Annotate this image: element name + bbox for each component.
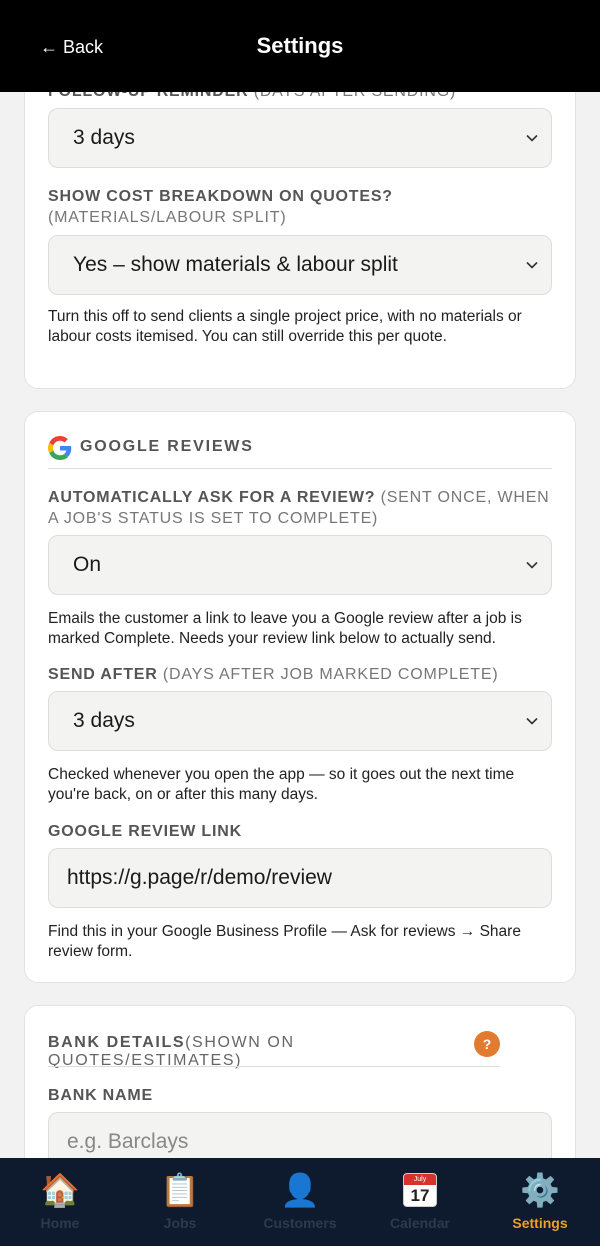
chevron-down-icon — [526, 261, 538, 269]
auto-review-help: Emails the customer a link to leave you … — [48, 610, 522, 647]
send-after-select[interactable]: 3 days — [48, 691, 552, 751]
help-badge-button[interactable]: ? — [474, 1031, 500, 1057]
send-after-label: SEND AFTER (DAYS AFTER JOB MARKED COMPLE… — [48, 666, 499, 683]
person-icon: 👤 — [280, 1172, 320, 1208]
nav-label: Customers — [263, 1215, 337, 1231]
settings-scroll-area[interactable]: FOLLOW-UP REMINDER (DAYS AFTER SENDING) … — [0, 92, 600, 1158]
top-bar: ← Back Settings — [0, 0, 600, 92]
bank-name-label: BANK NAME — [48, 1087, 153, 1104]
nav-item-jobs[interactable]: 📋 Jobs — [120, 1158, 240, 1246]
followup-reminder-select[interactable]: 3 days — [48, 108, 552, 168]
section-divider — [48, 468, 552, 469]
send-after-help: Checked whenever you open the app — so i… — [48, 766, 515, 803]
chevron-down-icon — [526, 561, 538, 569]
nav-item-customers[interactable]: 👤 Customers — [240, 1158, 360, 1246]
review-link-input[interactable]: https://g.page/r/demo/review — [48, 848, 552, 908]
calendar-icon: July 17 — [403, 1173, 437, 1207]
cost-breakdown-help: Turn this off to send clients a single p… — [48, 308, 522, 345]
nav-label: Jobs — [163, 1215, 197, 1231]
quotes-settings-card: FOLLOW-UP REMINDER (DAYS AFTER SENDING) … — [24, 92, 576, 389]
calendar-day: 17 — [410, 1186, 430, 1205]
bank-details-card: BANK DETAILS(SHOWN ON QUOTES/ESTIMATES) … — [24, 1005, 576, 1158]
gear-icon: ⚙️ — [520, 1172, 560, 1208]
nav-label: Calendar — [390, 1215, 450, 1231]
google-logo-icon — [48, 436, 72, 460]
followup-reminder-label: FOLLOW-UP REMINDER (DAYS AFTER SENDING) — [48, 92, 558, 102]
auto-review-label: AUTOMATICALLY ASK FOR A REVIEW? (SENT ON… — [48, 489, 550, 527]
nav-label: Settings — [512, 1215, 568, 1231]
clipboard-icon: 📋 — [160, 1172, 200, 1208]
bank-details-heading: BANK DETAILS(SHOWN ON QUOTES/ESTIMATES) — [48, 1034, 295, 1069]
chevron-down-icon — [526, 134, 538, 142]
chevron-down-icon — [526, 717, 538, 725]
page-title: Settings — [256, 33, 344, 58]
google-reviews-card: GOOGLE REVIEWS AUTOMATICALLY ASK FOR A R… — [24, 411, 576, 983]
google-reviews-heading: GOOGLE REVIEWS — [80, 438, 254, 455]
cost-breakdown-select[interactable]: Yes – show materials & labour split — [48, 235, 552, 295]
bottom-nav: 🏠 Home 📋 Jobs 👤 Customers July 17 Calend… — [0, 1158, 600, 1246]
section-divider — [48, 1066, 500, 1067]
nav-label: Home — [40, 1215, 80, 1231]
nav-item-settings[interactable]: ⚙️ Settings — [480, 1158, 600, 1246]
bank-name-input[interactable]: e.g. Barclays — [48, 1112, 552, 1158]
nav-item-home[interactable]: 🏠 Home — [0, 1158, 120, 1246]
review-link-help: Find this in your Google Business Profil… — [48, 923, 521, 960]
review-link-label: GOOGLE REVIEW LINK — [48, 823, 242, 840]
nav-item-calendar[interactable]: July 17 Calendar — [360, 1158, 480, 1246]
cost-breakdown-label: SHOW COST BREAKDOWN ON QUOTES? (MATERIALS… — [48, 188, 393, 226]
home-icon: 🏠 — [40, 1172, 80, 1208]
calendar-month: July — [404, 1174, 436, 1185]
auto-review-select[interactable]: On — [48, 535, 552, 595]
